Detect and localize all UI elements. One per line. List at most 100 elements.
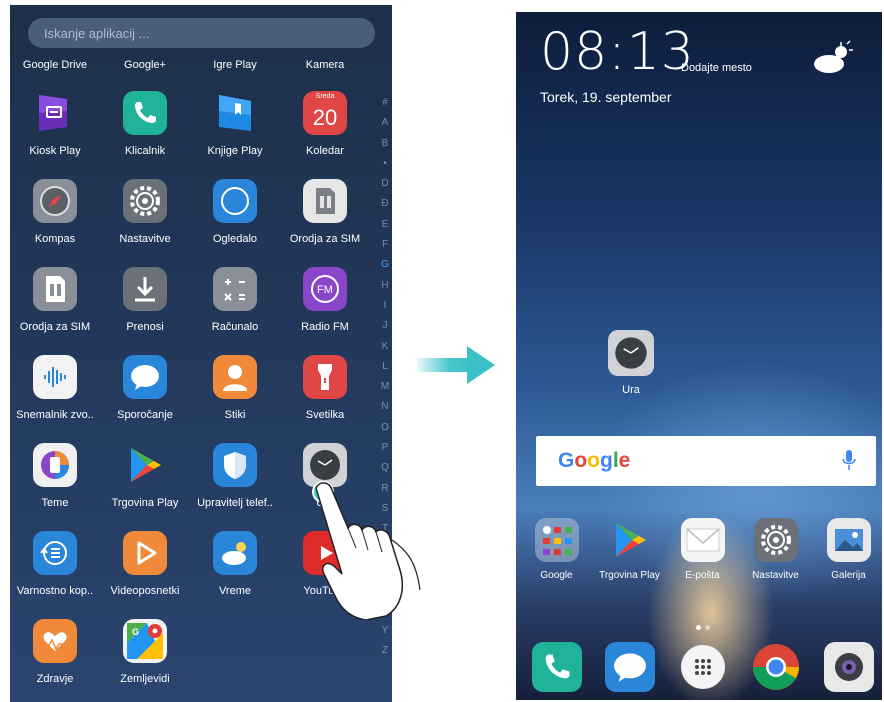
app-teme[interactable]: Teme bbox=[10, 443, 100, 509]
radio-icon: FM bbox=[303, 267, 347, 311]
app-label: Varnostno kop.. bbox=[16, 585, 94, 597]
app-orodja-za-sim-2[interactable]: Orodja za SIM bbox=[10, 267, 100, 333]
gallery-icon bbox=[826, 518, 871, 562]
health-icon bbox=[33, 619, 77, 663]
clock-time[interactable]: 08:13 bbox=[540, 22, 695, 82]
app-label: Teme bbox=[41, 497, 69, 509]
play-store-icon bbox=[123, 443, 167, 487]
home-app-trgovina-play[interactable]: Trgovina Play bbox=[593, 518, 666, 581]
app-label-google-plus[interactable]: Google+ bbox=[100, 59, 190, 71]
alphabet-index-letter[interactable]: I bbox=[378, 300, 392, 320]
app-kompas[interactable]: Kompas bbox=[10, 179, 100, 245]
alphabet-index-letter[interactable]: K bbox=[378, 341, 392, 361]
app-label: Kompas bbox=[34, 233, 76, 245]
weather-icon[interactable] bbox=[811, 40, 855, 74]
app-label: Kiosk Play bbox=[29, 145, 81, 157]
alphabet-index-letter[interactable]: N bbox=[378, 401, 392, 421]
home-app-label: Galerija bbox=[831, 570, 866, 581]
app-label-igre-play[interactable]: Igre Play bbox=[190, 59, 280, 71]
dock-chrome[interactable] bbox=[739, 642, 812, 692]
app-videoposnetki[interactable]: Videoposnetki bbox=[100, 531, 190, 597]
app-kiosk-play[interactable]: Kiosk Play bbox=[10, 91, 100, 157]
app-klicalnik[interactable]: Klicalnik bbox=[100, 91, 190, 157]
app-label-google-drive[interactable]: Google Drive bbox=[10, 59, 100, 71]
app-orodja-za-sim-1[interactable]: Orodja za SIM bbox=[280, 179, 370, 245]
dock-messages[interactable] bbox=[593, 642, 666, 692]
app-svetilka[interactable]: Svetilka bbox=[280, 355, 370, 421]
alphabet-index-letter[interactable]: H bbox=[378, 280, 392, 300]
app-label: Videoposnetki bbox=[110, 585, 180, 597]
alphabet-index-letter[interactable]: Z bbox=[378, 645, 392, 665]
date-text: Torek, 19. september bbox=[540, 89, 672, 105]
page-indicator[interactable] bbox=[694, 617, 712, 635]
home-app-ura[interactable]: Ura bbox=[606, 330, 656, 396]
app-sporocanje[interactable]: Sporočanje bbox=[100, 355, 190, 421]
alphabet-index-letter[interactable]: D bbox=[378, 178, 392, 198]
app-search-input[interactable]: Iskanje aplikacij ... bbox=[28, 18, 375, 48]
top-row-labels: Google Drive Google+ Igre Play Kamera bbox=[10, 59, 380, 75]
home-app-e-posta[interactable]: E-pošta bbox=[666, 518, 739, 581]
sim-toolkit-icon bbox=[33, 267, 77, 311]
alphabet-index-letter[interactable]: • bbox=[378, 158, 392, 178]
alphabet-index-letter[interactable]: B bbox=[378, 138, 392, 158]
alphabet-index-letter[interactable]: A bbox=[378, 117, 392, 137]
svg-text:G: G bbox=[132, 627, 139, 637]
app-radio-fm[interactable]: FM Radio FM bbox=[280, 267, 370, 333]
alphabet-index-letter[interactable]: F bbox=[378, 239, 392, 259]
themes-icon bbox=[33, 443, 77, 487]
app-label: Prenosi bbox=[126, 321, 164, 333]
app-ogledalo[interactable]: Ogledalo bbox=[190, 179, 280, 245]
app-label: Računalo bbox=[211, 321, 259, 333]
compass-icon bbox=[33, 179, 77, 223]
app-snemalnik-zvoka[interactable]: Snemalnik zvo.. bbox=[10, 355, 100, 421]
app-stiki[interactable]: Stiki bbox=[190, 355, 280, 421]
app-zdravje[interactable]: Zdravje bbox=[10, 619, 100, 685]
app-trgovina-play[interactable]: Trgovina Play bbox=[100, 443, 190, 509]
app-upravitelj-telefona[interactable]: Upravitelj telef.. bbox=[190, 443, 280, 509]
dock-app-drawer[interactable] bbox=[666, 642, 739, 692]
app-prenosi[interactable]: Prenosi bbox=[100, 267, 190, 333]
alphabet-index-letter[interactable]: Y bbox=[378, 625, 392, 645]
alphabet-index-letter[interactable]: L bbox=[378, 361, 392, 381]
app-label-kamera[interactable]: Kamera bbox=[280, 59, 370, 71]
home-app-nastavitve[interactable]: Nastavitve bbox=[739, 518, 812, 581]
alphabet-index-letter[interactable]: # bbox=[378, 97, 392, 117]
home-app-label: Trgovina Play bbox=[599, 570, 660, 581]
alphabet-index-letter[interactable]: Đ bbox=[378, 198, 392, 218]
app-label: Orodja za SIM bbox=[19, 321, 91, 333]
svg-text:FM: FM bbox=[317, 284, 333, 296]
app-label: Trgovina Play bbox=[111, 497, 179, 509]
camera-icon bbox=[823, 642, 874, 692]
app-koledar[interactable]: Sreda 20 Koledar bbox=[280, 91, 370, 157]
app-search-placeholder: Iskanje aplikacij ... bbox=[44, 26, 150, 41]
gear-icon bbox=[753, 518, 798, 562]
app-varnostno-kopiranje[interactable]: Varnostno kop.. bbox=[10, 531, 100, 597]
app-racunalo[interactable]: Računalo bbox=[190, 267, 280, 333]
download-icon bbox=[123, 267, 167, 311]
app-knjige-play[interactable]: Knjige Play bbox=[190, 91, 280, 157]
phone-icon bbox=[123, 91, 167, 135]
app-label: Radio FM bbox=[301, 321, 349, 333]
alphabet-index-letter[interactable]: G bbox=[378, 259, 392, 279]
alphabet-index-letter[interactable]: J bbox=[378, 320, 392, 340]
alphabet-index-letter[interactable]: O bbox=[378, 422, 392, 442]
play-books-icon bbox=[213, 91, 257, 135]
microphone-icon[interactable] bbox=[842, 450, 856, 472]
app-zemljevidi[interactable]: G Zemljevidi bbox=[100, 619, 190, 685]
alphabet-index-letter[interactable]: M bbox=[378, 381, 392, 401]
dock-phone[interactable] bbox=[520, 642, 593, 692]
message-icon bbox=[123, 355, 167, 399]
app-label: Orodja za SIM bbox=[289, 233, 361, 245]
dock-camera[interactable] bbox=[812, 642, 882, 692]
alphabet-index-letter[interactable]: E bbox=[378, 219, 392, 239]
home-app-galerija[interactable]: Galerija bbox=[812, 518, 882, 581]
home-app-google-folder[interactable]: Google bbox=[520, 518, 593, 581]
add-location-link[interactable]: Dodajte mesto bbox=[681, 62, 752, 74]
home-app-label: Nastavitve bbox=[752, 570, 799, 581]
app-nastavitve[interactable]: Nastavitve bbox=[100, 179, 190, 245]
google-search-widget[interactable]: Google bbox=[536, 436, 876, 486]
alphabet-index-letter[interactable]: P bbox=[378, 442, 392, 462]
page-dot bbox=[705, 625, 710, 630]
app-vreme[interactable]: Vreme bbox=[190, 531, 280, 597]
sound-recorder-icon bbox=[33, 355, 77, 399]
